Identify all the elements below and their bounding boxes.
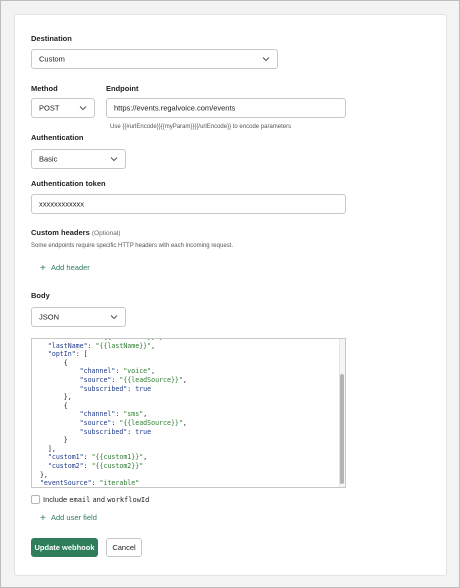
code-line: "subscribed": true [79, 384, 152, 393]
window-frame: Destination Custom Method POST Endpoint … [0, 0, 460, 588]
code-line: }, [32, 393, 72, 402]
custom-headers-help: Some endpoints require specific HTTP hea… [31, 243, 233, 249]
include-and: and [92, 496, 106, 504]
code-line: "custom2": "{{custom2}}" [47, 461, 144, 470]
code-line: "subscribed": true [79, 427, 152, 436]
endpoint-input[interactable]: https://events.regalvoice.com/events [106, 98, 346, 118]
authentication-value: Basic [39, 154, 58, 164]
code-content: "firstName": "{{firstName}}", "lastName"… [32, 339, 187, 488]
code-line: "lastName": "{{lastName}}", [47, 341, 156, 350]
custom-headers-label: Custom headers (Optional) [31, 228, 120, 237]
authentication-select[interactable]: Basic [31, 149, 126, 169]
destination-label: Destination [31, 34, 72, 43]
add-user-field-label: Add user field [51, 513, 97, 522]
chevron-down-icon [261, 54, 271, 64]
body-format-select[interactable]: JSON [31, 307, 126, 327]
endpoint-help: Use {{#urlEncode}}{{myParam}}{{/urlEncod… [110, 124, 292, 130]
code-line: "optIn": [ [47, 350, 88, 359]
auth-token-value: xxxxxxxxxxxx [39, 199, 84, 209]
code-line: } [32, 436, 68, 445]
body-format-value: JSON [39, 312, 60, 322]
include-label: Include email and workflowId [43, 495, 149, 504]
update-webhook-button[interactable]: Update webhook [31, 538, 98, 557]
cancel-button[interactable]: Cancel [106, 538, 142, 557]
optional-tag: (Optional) [91, 230, 121, 237]
code-line: ], [32, 444, 56, 453]
endpoint-value: https://events.regalvoice.com/events [114, 103, 236, 113]
editor-scrollbar-thumb[interactable] [340, 374, 344, 484]
method-value: POST [39, 103, 60, 113]
include-email-code: email [69, 496, 91, 504]
plus-icon: + [40, 263, 46, 274]
chevron-down-icon [109, 154, 119, 164]
authentication-label: Authentication [31, 133, 84, 142]
code-line: "eventSource": "iterable" [39, 479, 140, 488]
destination-select[interactable]: Custom [31, 49, 278, 69]
chevron-down-icon [109, 312, 119, 322]
code-line: { [32, 401, 68, 410]
add-header-label: Add header [51, 263, 90, 272]
code-line: "source": "{{leadSource}}", [79, 418, 187, 427]
code-line: "channel": "sms", [79, 410, 148, 419]
code-line: "custom1": "{{custom1}}", [47, 453, 148, 462]
add-header-button[interactable]: + Add header [40, 263, 90, 274]
method-select[interactable]: POST [31, 98, 95, 118]
chevron-down-icon [78, 103, 88, 113]
include-checkbox[interactable] [31, 495, 40, 504]
body-label: Body [31, 291, 50, 300]
method-label: Method [31, 84, 58, 93]
code-line: }, [32, 470, 48, 479]
custom-headers-title: Custom headers [31, 228, 90, 237]
code-line: { [32, 358, 68, 367]
include-workflowid-code: workflowId [107, 496, 150, 504]
auth-token-input[interactable]: xxxxxxxxxxxx [31, 194, 346, 214]
plus-icon: + [40, 513, 46, 524]
webhook-form-card: Destination Custom Method POST Endpoint … [14, 14, 447, 576]
code-line: "channel": "voice", [79, 367, 156, 376]
include-prefix: Include [43, 495, 68, 504]
destination-value: Custom [39, 54, 65, 64]
body-code-editor[interactable]: "firstName": "{{firstName}}", "lastName"… [31, 338, 346, 488]
endpoint-label: Endpoint [106, 84, 139, 93]
auth-token-label: Authentication token [31, 179, 106, 188]
add-user-field-button[interactable]: + Add user field [40, 513, 97, 524]
editor-scrollbar[interactable] [339, 339, 345, 487]
code-line: "source": "{{leadSource}}", [79, 375, 187, 384]
